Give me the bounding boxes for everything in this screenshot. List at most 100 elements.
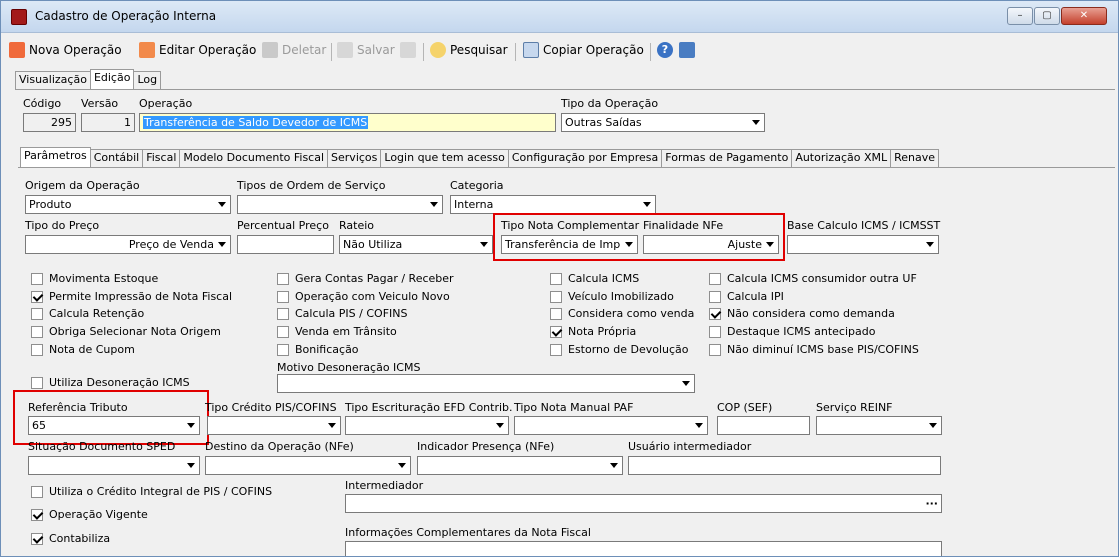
edit-operation-button[interactable]: Editar Operação — [139, 41, 256, 59]
checkbox-movimenta-estoque[interactable]: Movimenta Estoque — [31, 272, 158, 285]
checkbox-icms-consumidor[interactable]: Calcula ICMS consumidor outra UF — [709, 272, 917, 285]
checkbox-calcula-icms[interactable]: Calcula ICMS — [550, 272, 639, 285]
tipo-operacao-label: Tipo da Operação — [561, 97, 659, 110]
help-button[interactable]: ? — [657, 41, 677, 59]
checkbox-calcula-ipi[interactable]: Calcula IPI — [709, 290, 784, 303]
checkbox-nota-propria[interactable]: Nota Própria — [550, 325, 636, 338]
copy-operation-button[interactable]: Copiar Operação — [523, 41, 644, 59]
checkbox-box — [31, 485, 43, 498]
chevron-down-icon — [218, 202, 226, 207]
checkbox-calcula-pis-cofins[interactable]: Calcula PIS / COFINS — [277, 307, 407, 320]
checkbox-label: Não considera como demanda — [727, 307, 895, 320]
categoria-select[interactable]: Interna — [450, 195, 656, 214]
checkbox-veiculo-imobilizado[interactable]: Veículo Imobilizado — [550, 290, 674, 303]
cancel-button[interactable] — [400, 41, 420, 59]
origem-select[interactable]: Produto — [25, 195, 231, 214]
checkbox-nao-demanda[interactable]: Não considera como demanda — [709, 307, 895, 320]
tipo-nota-label: Tipo Nota Complementar — [501, 219, 640, 232]
checkbox-bonificacao[interactable]: Bonificação — [277, 343, 359, 356]
tab-configuracao-empresa[interactable]: Configuração por Empresa — [507, 149, 663, 167]
tab-parametros[interactable]: Parâmetros — [20, 147, 91, 167]
percentual-label: Percentual Preço — [237, 219, 329, 232]
exit-button[interactable] — [679, 41, 699, 59]
search-button[interactable]: Pesquisar — [430, 41, 508, 59]
tab-fiscal[interactable]: Fiscal — [142, 149, 181, 167]
origem-label: Origem da Operação — [25, 179, 140, 192]
toolbar-separator — [515, 43, 516, 61]
search-label: Pesquisar — [450, 43, 508, 57]
tab-login-acesso[interactable]: Login que tem acesso — [380, 149, 509, 167]
presenca-select[interactable] — [417, 456, 623, 475]
save-button[interactable]: Salvar — [337, 41, 395, 59]
cop-field[interactable] — [717, 416, 810, 435]
ellipsis-icon[interactable]: ··· — [925, 497, 938, 510]
credito-select[interactable] — [207, 416, 341, 435]
checkbox-label: Calcula ICMS consumidor outra UF — [727, 272, 917, 285]
chevron-down-icon — [682, 381, 690, 386]
tipo-operacao-select[interactable]: Outras Saídas — [561, 113, 765, 132]
checkbox-box — [31, 343, 43, 356]
checkbox-estorno-devolucao[interactable]: Estorno de Devolução — [550, 343, 689, 356]
title-bar: Cadastro de Operação Interna – ▢ ✕ — [1, 1, 1118, 33]
tab-renave[interactable]: Renave — [890, 149, 940, 167]
checkbox-permite-impressao[interactable]: Permite Impressão de Nota Fiscal — [31, 290, 232, 303]
operacao-field[interactable]: Transferência de Saldo Devedor de ICMS — [139, 113, 556, 132]
checkbox-utiliza-desoneracao[interactable]: Utiliza Desoneração ICMS — [31, 376, 190, 389]
maximize-button[interactable]: ▢ — [1034, 7, 1060, 25]
checkbox-gera-contas[interactable]: Gera Contas Pagar / Receber — [277, 272, 454, 285]
finalidade-select[interactable]: Ajuste — [643, 235, 779, 254]
delete-button[interactable]: Deletar — [262, 41, 326, 59]
paf-select[interactable] — [514, 416, 708, 435]
tab-visualizacao[interactable]: Visualização — [15, 71, 91, 89]
usuario-field[interactable] — [628, 456, 941, 475]
chevron-down-icon — [766, 242, 774, 247]
tipos-os-select[interactable] — [237, 195, 443, 214]
escrituracao-select[interactable] — [345, 416, 509, 435]
checkbox-obriga-nota-origem[interactable]: Obriga Selecionar Nota Origem — [31, 325, 221, 338]
tipo-preco-select[interactable]: Preço de Venda — [25, 235, 231, 254]
tab-contabil[interactable]: Contábil — [89, 149, 144, 167]
tab-formas-pagamento[interactable]: Formas de Pagamento — [661, 149, 793, 167]
tipo-nota-select[interactable]: Transferência de Imp — [501, 235, 638, 254]
rateio-select[interactable]: Não Utiliza — [339, 235, 493, 254]
checkbox-nao-diminui-icms[interactable]: Não diminuí ICMS base PIS/COFINS — [709, 343, 919, 356]
tab-log[interactable]: Log — [133, 71, 162, 89]
checkbox-contabiliza[interactable]: Contabiliza — [31, 532, 110, 545]
chevron-down-icon — [610, 463, 618, 468]
destino-select[interactable] — [205, 456, 411, 475]
tab-modelo-documento[interactable]: Modelo Documento Fiscal — [179, 149, 329, 167]
sped-select[interactable] — [28, 456, 200, 475]
percentual-field[interactable] — [237, 235, 334, 254]
codigo-field[interactable]: 295 — [23, 113, 76, 132]
tab-servicos[interactable]: Serviços — [327, 149, 382, 167]
tab-edicao[interactable]: Edição — [89, 69, 135, 89]
close-button[interactable]: ✕ — [1061, 7, 1107, 25]
help-icon: ? — [657, 42, 673, 58]
tab-autorizacao-xml[interactable]: Autorização XML — [791, 149, 892, 167]
tipo-operacao-value: Outras Saídas — [565, 116, 642, 129]
minimize-button[interactable]: – — [1007, 7, 1033, 25]
checkbox-venda-transito[interactable]: Venda em Trânsito — [277, 325, 397, 338]
exit-icon — [679, 42, 695, 58]
intermediador-field[interactable]: ··· — [345, 494, 942, 513]
new-operation-button[interactable]: Nova Operação — [9, 41, 122, 59]
presenca-label: Indicador Presença (NFe) — [417, 440, 555, 453]
tipo-nota-value: Transferência de Imp — [505, 238, 621, 251]
checkbox-veiculo-novo[interactable]: Operação com Veiculo Novo — [277, 290, 450, 303]
checkbox-nota-cupom[interactable]: Nota de Cupom — [31, 343, 135, 356]
base-calc-select[interactable] — [787, 235, 939, 254]
checkbox-box — [709, 307, 721, 320]
checkbox-label: Movimenta Estoque — [49, 272, 159, 285]
checkbox-considera-venda[interactable]: Considera como venda — [550, 307, 694, 320]
info-field[interactable] — [345, 541, 942, 556]
checkbox-destaque-icms[interactable]: Destaque ICMS antecipado — [709, 325, 875, 338]
versao-field[interactable]: 1 — [81, 113, 135, 132]
reinf-select[interactable] — [816, 416, 942, 435]
motivo-select[interactable] — [277, 374, 695, 393]
referencia-select[interactable]: 65 — [28, 416, 200, 435]
checkbox-operacao-vigente[interactable]: Operação Vigente — [31, 508, 148, 521]
checkbox-credito-integral[interactable]: Utiliza o Crédito Integral de PIS / COFI… — [31, 485, 272, 498]
checkbox-calcula-retencao[interactable]: Calcula Retenção — [31, 307, 144, 320]
checkbox-box — [277, 307, 289, 320]
paf-label: Tipo Nota Manual PAF — [514, 401, 634, 414]
